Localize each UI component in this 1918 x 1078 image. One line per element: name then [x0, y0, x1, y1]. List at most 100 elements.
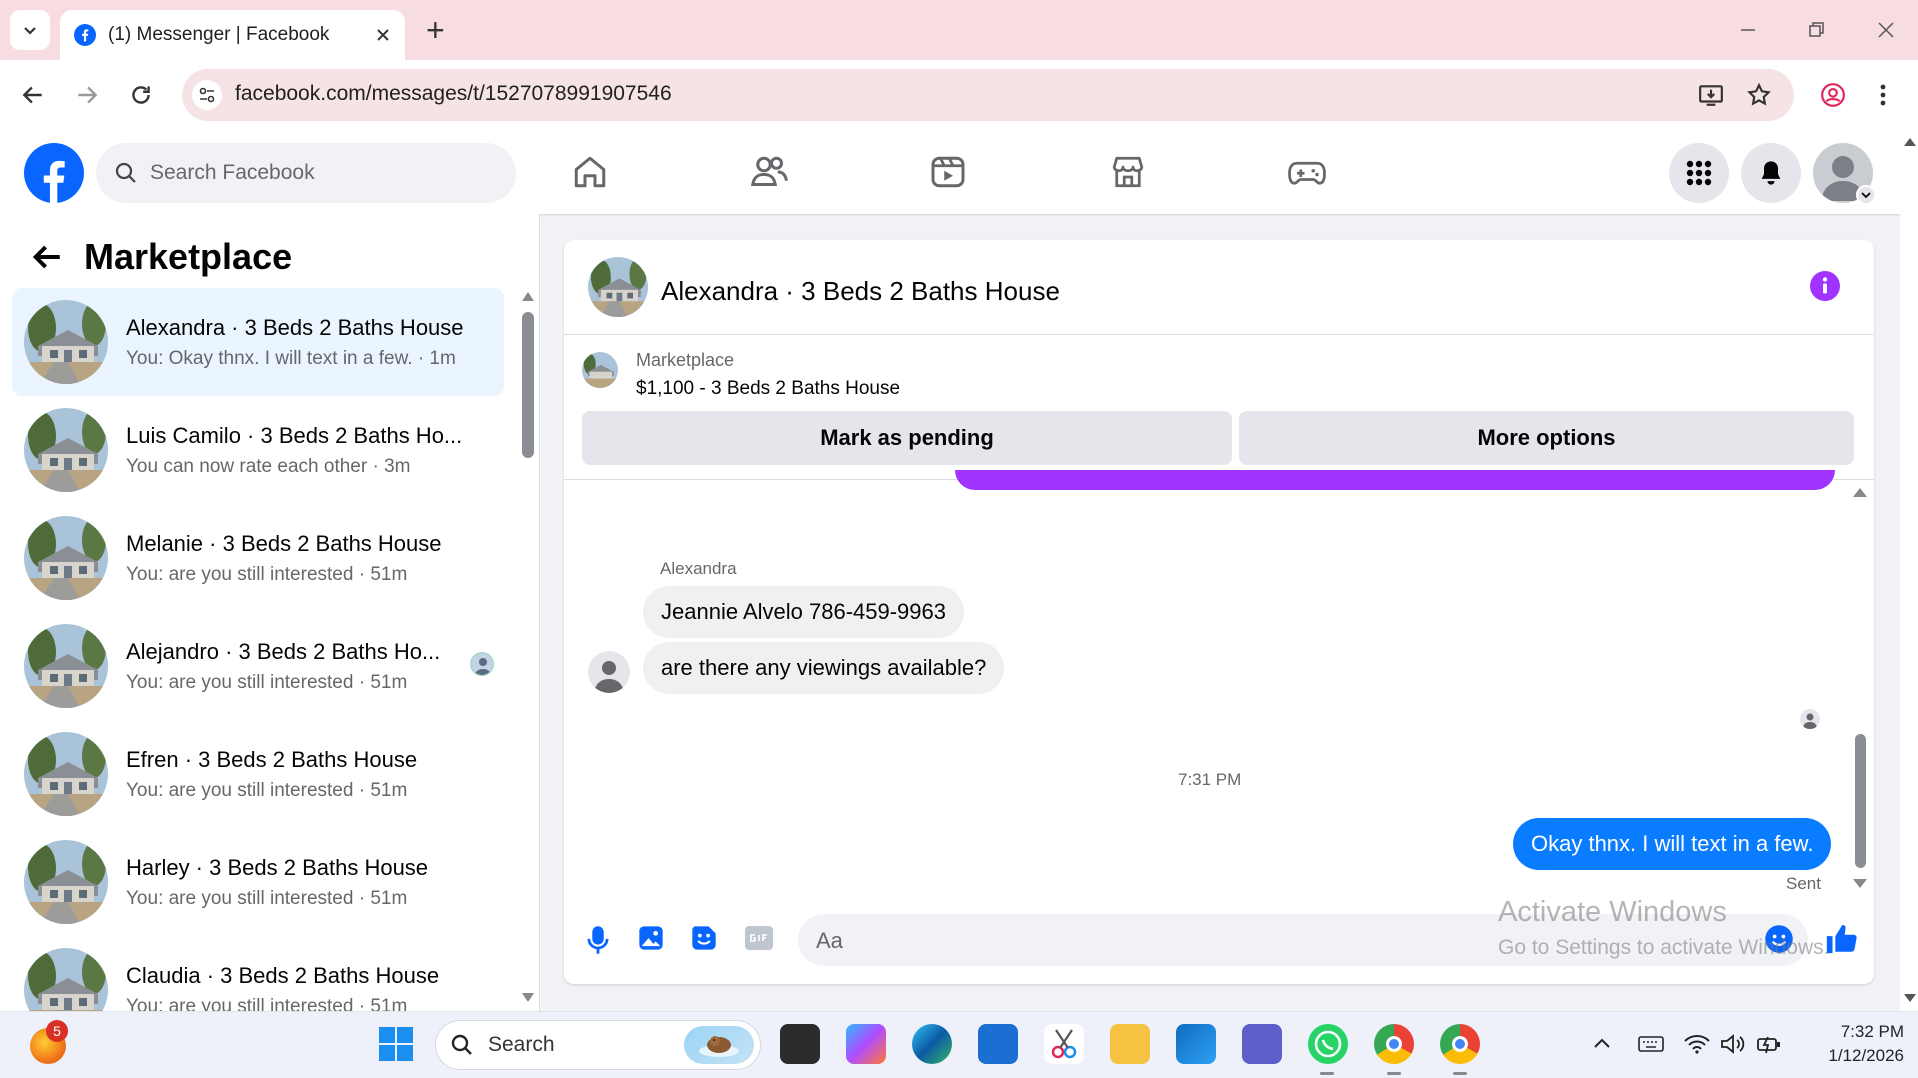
minimize-button[interactable] — [1728, 14, 1768, 46]
listing-thumbnail[interactable] — [582, 352, 618, 388]
mark-as-pending-button[interactable]: Mark as pending — [582, 411, 1232, 465]
keyboard-icon — [1638, 1036, 1664, 1052]
taskbar-app-chrome-profile-1[interactable] — [1374, 1024, 1414, 1064]
taskbar-app-store[interactable] — [1176, 1024, 1216, 1064]
whatsapp-icon — [1314, 1030, 1342, 1058]
taskbar-app-task-view[interactable] — [780, 1024, 820, 1064]
battery-status[interactable] — [1756, 1033, 1782, 1055]
nav-video[interactable] — [928, 152, 968, 192]
clock-date[interactable]: 1/12/2026 — [1800, 1046, 1904, 1066]
incoming-message-1[interactable]: Jeannie Alvelo 786-459-9963 — [643, 586, 965, 638]
nav-gaming[interactable] — [1287, 152, 1327, 192]
reload-button[interactable] — [128, 82, 154, 108]
conversation-thumbnail — [24, 840, 108, 924]
chat-scrollbar-thumb[interactable] — [1855, 734, 1866, 868]
taskbar-app-file-explorer[interactable] — [1110, 1024, 1150, 1064]
scroll-up-arrow-icon[interactable] — [1904, 138, 1916, 146]
wifi-status[interactable] — [1684, 1033, 1710, 1055]
notification-badge: 5 — [46, 1020, 68, 1042]
conversation-name: Claudia · 3 Beds 2 Baths House — [126, 962, 440, 988]
back-button[interactable] — [20, 82, 46, 108]
conversation-preview: You: are you still interested · 51m — [126, 563, 408, 585]
url-text[interactable]: facebook.com/messages/t/1527078991907546 — [235, 82, 672, 106]
site-info-button[interactable] — [192, 80, 222, 110]
taskbar-search[interactable]: Search — [435, 1020, 761, 1070]
browser-tab[interactable]: (1) Messenger | Facebook — [60, 10, 405, 60]
gamepad-icon — [1288, 161, 1326, 185]
taskbar-app-snipping-tool[interactable] — [1044, 1024, 1084, 1064]
list-scroll-up-icon[interactable] — [522, 292, 534, 301]
browser-menu-button[interactable] — [1878, 82, 1888, 108]
outgoing-message[interactable]: Okay thnx. I will text in a few. — [1513, 818, 1832, 870]
house-thumbnail-icon — [588, 257, 648, 317]
microphone-icon — [587, 926, 609, 954]
tab-title: (1) Messenger | Facebook — [108, 24, 330, 45]
restore-button[interactable] — [1796, 14, 1836, 46]
taskbar-app-outlook[interactable] — [978, 1024, 1018, 1064]
chat-avatar[interactable] — [588, 257, 648, 317]
more-options-button[interactable]: More options — [1239, 411, 1854, 465]
list-scrollbar-thumb[interactable] — [522, 312, 534, 458]
sender-avatar[interactable] — [588, 651, 630, 693]
menu-button[interactable] — [1669, 143, 1729, 203]
bookmark-button[interactable] — [1746, 82, 1772, 108]
sticker-button[interactable] — [690, 924, 718, 952]
page-scrollbar[interactable] — [1900, 130, 1918, 1011]
show-hidden-icons-button[interactable] — [1592, 1034, 1612, 1054]
nav-marketplace[interactable] — [1108, 152, 1148, 192]
install-icon — [1699, 85, 1723, 106]
listing-title[interactable]: $1,100 - 3 Beds 2 Baths House — [636, 378, 900, 400]
keyboard-layout-button[interactable] — [1638, 1034, 1664, 1054]
volume-status[interactable] — [1720, 1033, 1746, 1055]
video-icon — [931, 156, 965, 188]
scroll-down-arrow-icon[interactable] — [1904, 994, 1916, 1002]
chevron-up-icon — [1594, 1038, 1610, 1048]
conversation-info-button[interactable] — [1810, 271, 1840, 301]
facebook-search[interactable]: Search Facebook — [96, 143, 516, 203]
clock-time[interactable]: 7:32 PM — [1808, 1022, 1904, 1042]
taskbar-app-whatsapp[interactable] — [1308, 1024, 1348, 1064]
conversation-preview: You can now rate each other · 3m — [126, 455, 411, 477]
install-app-button[interactable] — [1698, 82, 1724, 108]
read-receipt-avatar — [1800, 709, 1820, 729]
close-window-button[interactable] — [1866, 14, 1906, 46]
start-button[interactable] — [378, 1026, 414, 1062]
conversation-item[interactable]: Luis Camilo · 3 Beds 2 Baths Ho... You ca… — [12, 396, 504, 504]
facebook-logo[interactable] — [24, 143, 84, 203]
taskbar-app-edge[interactable] — [912, 1024, 952, 1064]
star-icon — [1747, 82, 1771, 106]
gif-button[interactable] — [745, 926, 773, 950]
attach-photo-button[interactable] — [637, 924, 665, 952]
conversation-item[interactable]: Alexandra · 3 Beds 2 Baths House You: Oka… — [12, 288, 504, 396]
chat-scroll-down-icon[interactable] — [1853, 879, 1867, 888]
back-to-chats-button[interactable] — [30, 240, 64, 274]
taskbar-app-chrome-profile-2[interactable] — [1440, 1024, 1480, 1064]
search-icon — [451, 1034, 472, 1055]
speaker-icon — [1721, 1034, 1745, 1054]
list-scroll-down-icon[interactable] — [522, 993, 534, 1002]
taskbar-app-teams[interactable] — [1242, 1024, 1282, 1064]
voice-clip-button[interactable] — [584, 924, 612, 956]
new-tab-button[interactable]: + — [426, 12, 445, 48]
nav-home[interactable] — [570, 152, 610, 192]
conversation-item[interactable]: Harley · 3 Beds 2 Baths House You: are yo… — [12, 828, 504, 936]
message-placeholder: Aa — [816, 928, 843, 953]
taskbar-app-copilot[interactable] — [846, 1024, 886, 1064]
conversation-item[interactable]: Alejandro · 3 Beds 2 Baths Ho... You: are… — [12, 612, 504, 720]
account-chevron[interactable] — [1856, 185, 1876, 205]
more-vertical-icon — [1880, 84, 1886, 106]
incoming-message-2[interactable]: are there any viewings available? — [643, 642, 1005, 694]
tab-search-button[interactable] — [10, 10, 50, 50]
conversation-item[interactable]: Melanie · 3 Beds 2 Baths House You: are y… — [12, 504, 504, 612]
house-thumbnail-icon — [24, 840, 108, 924]
chat-scroll-up-icon[interactable] — [1853, 488, 1867, 497]
notifications-button[interactable] — [1741, 143, 1801, 203]
close-tab-icon[interactable] — [375, 27, 391, 43]
nav-friends[interactable] — [749, 152, 789, 192]
minimize-icon — [1741, 29, 1755, 31]
battery-charging-icon — [1757, 1036, 1780, 1054]
profile-button[interactable] — [1820, 82, 1846, 108]
conversation-item[interactable]: Efren · 3 Beds 2 Baths House You: are you… — [12, 720, 504, 828]
forward-button[interactable] — [74, 82, 100, 108]
chat-title[interactable]: Alexandra · 3 Beds 2 Baths House — [661, 276, 1060, 307]
